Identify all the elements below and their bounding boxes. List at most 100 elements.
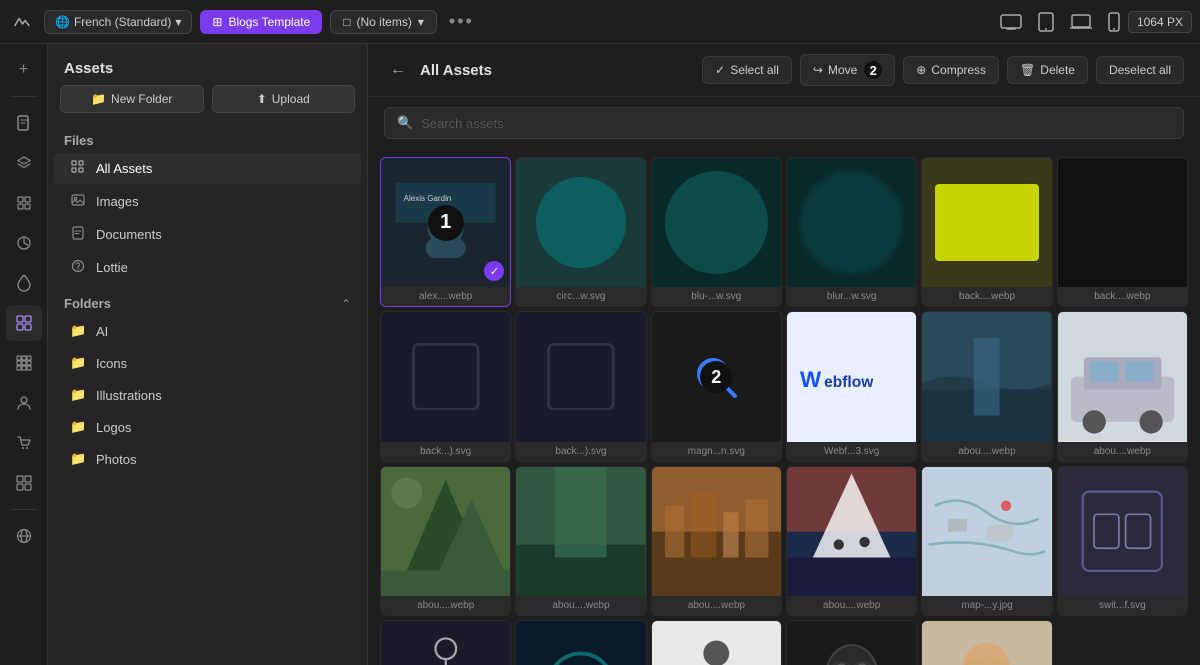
asset-name-back-dark: back....webp <box>1058 287 1187 306</box>
asset-item-teal-icon[interactable]: ... <box>515 620 646 665</box>
mobile-icon[interactable] <box>1108 12 1120 32</box>
desktop-icon[interactable] <box>1000 14 1022 30</box>
svg-text:ebflow: ebflow <box>824 374 874 391</box>
asset-item-back-svg2[interactable]: back...).svg <box>515 311 646 461</box>
folder-illustrations[interactable]: 📁 Illustrations <box>54 380 361 410</box>
asset-item-abou-snow[interactable]: abou....webp <box>786 466 917 616</box>
documents-icon <box>70 226 86 243</box>
asset-item-alex[interactable]: Alexis Gardin ✓ 1 alex....webp <box>380 157 511 307</box>
webflow-logo <box>8 8 36 36</box>
asset-name-blur: blur...w.svg <box>787 287 916 306</box>
sidebar-assets-btn[interactable] <box>6 305 42 341</box>
asset-item-back-dark[interactable]: back....webp <box>1057 157 1188 307</box>
new-folder-button[interactable]: 📁 New Folder <box>60 85 204 113</box>
sidebar-users-btn[interactable] <box>6 385 42 421</box>
sidebar-shop-btn[interactable] <box>6 425 42 461</box>
asset-name-abou-waterfall: abou....webp <box>922 442 1051 461</box>
search-input[interactable] <box>421 116 1171 131</box>
asset-thumb-snow <box>787 467 916 596</box>
deselect-all-button[interactable]: Deselect all <box>1096 56 1184 84</box>
compress-button[interactable]: ⊕ Compress <box>903 56 999 84</box>
asset-item-abou-waterfall2[interactable]: abou....webp <box>515 466 646 616</box>
check-icon: ✓ <box>715 63 725 77</box>
asset-item-portrait[interactable]: ... <box>921 620 1052 665</box>
sidebar-components-btn[interactable] <box>6 185 42 221</box>
asset-thumb-city <box>652 467 781 596</box>
asset-toolbar: ← All Assets ✓ Select all ↪ Move 2 ⊕ Com… <box>368 44 1200 97</box>
asset-thumb-alien <box>787 621 916 665</box>
asset-item-switch[interactable]: swit...f.svg <box>1057 466 1188 616</box>
nav-lottie[interactable]: Lottie <box>54 252 361 283</box>
select-all-button[interactable]: ✓ Select all <box>702 56 792 84</box>
asset-thumb-mountain <box>381 467 510 596</box>
asset-item-magnify[interactable]: 2 magn...n.svg <box>651 311 782 461</box>
more-options[interactable]: ••• <box>449 11 474 32</box>
template-button[interactable]: ⊞ Blogs Template <box>200 10 322 34</box>
sidebar-layers-btn[interactable] <box>6 145 42 181</box>
nav-images[interactable]: Images <box>54 186 361 217</box>
asset-name-magnify: magn...n.svg <box>652 442 781 461</box>
asset-thumb-back-yellow <box>922 158 1051 287</box>
folder-icon-logos: 📁 <box>70 419 86 435</box>
sidebar-grid-btn[interactable] <box>6 465 42 501</box>
asset-grid: Alexis Gardin ✓ 1 alex....webp <box>380 157 1188 665</box>
asset-name-switch: swit...f.svg <box>1058 596 1187 615</box>
folder-plus-icon: 📁 <box>91 92 106 106</box>
sidebar-page-btn[interactable] <box>6 105 42 141</box>
asset-item-circ[interactable]: circ...w.svg <box>515 157 646 307</box>
svg-text:W: W <box>800 367 822 392</box>
asset-item-abou-city[interactable]: abou....webp <box>651 466 782 616</box>
tablet-icon[interactable] <box>1038 12 1054 32</box>
upload-button[interactable]: ⬆ Upload <box>212 85 356 113</box>
asset-thumb-blur <box>787 158 916 287</box>
sidebar-apps-btn[interactable] <box>6 345 42 381</box>
back-button[interactable]: ← <box>384 56 412 84</box>
upload-icon: ⬆ <box>257 92 267 106</box>
laptop-icon[interactable] <box>1070 14 1092 30</box>
folder-photos[interactable]: 📁 Photos <box>54 444 361 474</box>
asset-item-webflow[interactable]: W ebflow Webf...3.svg <box>786 311 917 461</box>
asset-item-abou-car[interactable]: abou....webp <box>1057 311 1188 461</box>
delete-button[interactable]: 🗑 Delete <box>1007 56 1088 84</box>
language-selector[interactable]: 🌐 French (Standard) ▾ <box>44 10 192 34</box>
asset-item-blur[interactable]: blur...w.svg <box>786 157 917 307</box>
sidebar-palette-btn[interactable] <box>6 225 42 261</box>
asset-item-map[interactable]: map-...y.jpg <box>921 466 1052 616</box>
selected-badge-1: ✓ <box>484 261 504 281</box>
template-icon: ⊞ <box>212 15 222 29</box>
nav-documents[interactable]: Documents <box>54 219 361 250</box>
folders-toggle-icon[interactable]: ⌃ <box>341 297 351 311</box>
sidebar-globe-btn[interactable] <box>6 518 42 554</box>
asset-item-abou-waterfall[interactable]: abou....webp <box>921 311 1052 461</box>
asset-name-abou-city: abou....webp <box>652 596 781 615</box>
asset-item-person-walk[interactable]: ... <box>380 620 511 665</box>
images-icon <box>70 193 86 210</box>
asset-item-person-illus[interactable]: ... <box>651 620 782 665</box>
svg-text:Alexis Gardin: Alexis Gardin <box>404 194 452 203</box>
asset-area: ← All Assets ✓ Select all ↪ Move 2 ⊕ Com… <box>368 44 1200 665</box>
nav-all-assets[interactable]: All Assets <box>54 153 361 184</box>
separator-2 <box>10 509 38 510</box>
move-button[interactable]: ↪ Move 2 <box>800 54 895 86</box>
chevron-down-icon: ▾ <box>175 15 181 29</box>
sidebar-drop-btn[interactable] <box>6 265 42 301</box>
asset-area-title: All Assets <box>420 62 492 79</box>
asset-item-abou-mountain[interactable]: abou....webp <box>380 466 511 616</box>
asset-name-webflow: Webf...3.svg <box>787 442 916 461</box>
no-items-selector[interactable]: □ (No items) ▾ <box>330 10 437 34</box>
folder-ai[interactable]: 📁 AI <box>54 316 361 346</box>
folder-icons[interactable]: 📁 Icons <box>54 348 361 378</box>
asset-item-alien[interactable]: ... <box>786 620 917 665</box>
asset-thumb-waterfall <box>922 312 1051 441</box>
asset-name-abou-waterfall2: abou....webp <box>516 596 645 615</box>
asset-thumb-waterfall2 <box>516 467 645 596</box>
search-icon: 🔍 <box>397 115 413 131</box>
sidebar-add-btn[interactable]: + <box>6 52 42 88</box>
folder-logos[interactable]: 📁 Logos <box>54 412 361 442</box>
asset-item-blu[interactable]: blu-...w.svg <box>651 157 782 307</box>
separator-1 <box>10 96 38 97</box>
asset-item-back-yellow[interactable]: back....webp <box>921 157 1052 307</box>
asset-name-back-yellow: back....webp <box>922 287 1051 306</box>
asset-item-back-svg1[interactable]: back...).svg <box>380 311 511 461</box>
asset-name-map: map-...y.jpg <box>922 596 1051 615</box>
